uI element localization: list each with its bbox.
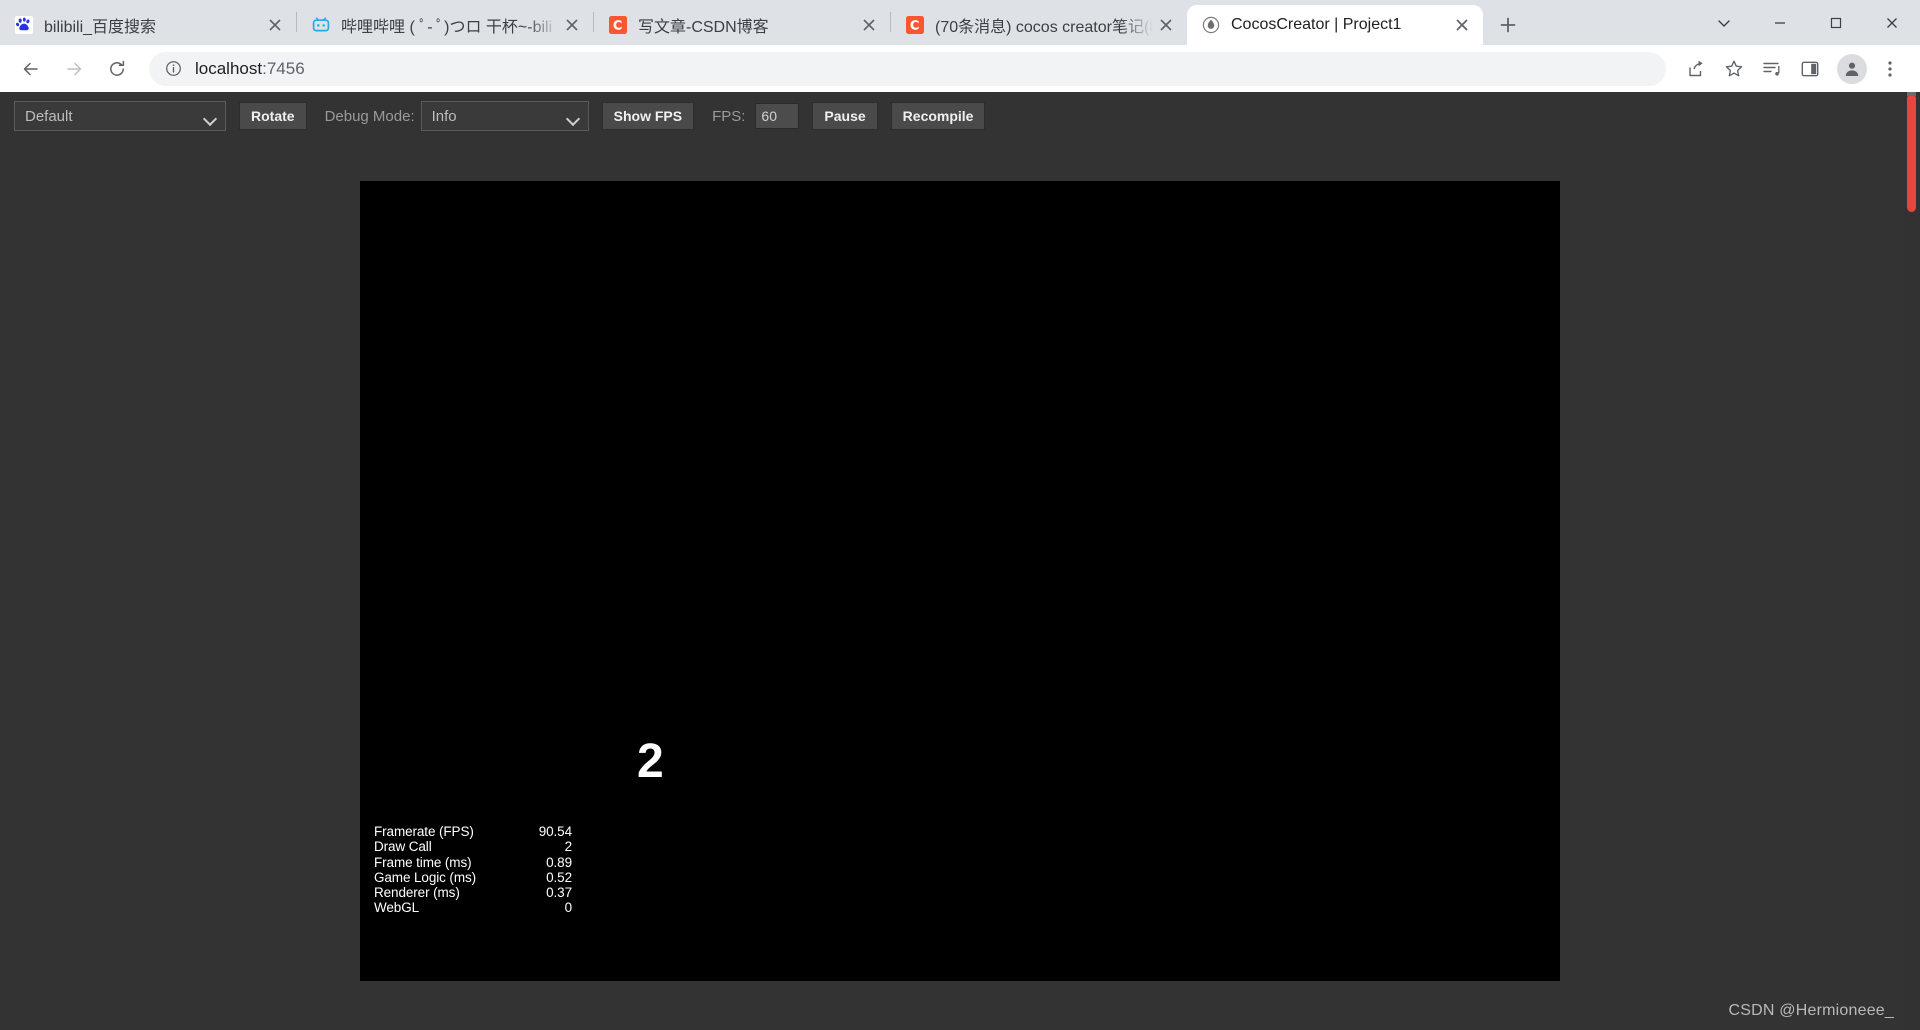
forward-arrow-icon[interactable] — [55, 50, 93, 88]
tab-title: (70条消息) cocos creator笔记(8 — [935, 19, 1153, 36]
share-icon[interactable] — [1678, 51, 1714, 87]
three-dot-menu-icon[interactable] — [1872, 51, 1908, 87]
debug-mode-label: Debug Mode: — [324, 107, 415, 125]
game-counter-label: 2 — [637, 735, 664, 788]
stat-value: 2 — [564, 839, 573, 855]
stat-value: 0.89 — [546, 854, 572, 870]
stats-row: Renderer (ms) 0.37 — [374, 885, 572, 900]
stat-value: 0.52 — [546, 869, 572, 885]
csdn-icon — [905, 16, 924, 35]
page-scrollbar[interactable] — [1903, 92, 1920, 1030]
tab-close-icon[interactable] — [1153, 12, 1179, 38]
baidu-paw-icon — [14, 16, 33, 35]
stat-label: Draw Call — [374, 839, 432, 855]
tab-close-icon[interactable] — [1449, 12, 1475, 38]
recompile-button[interactable]: Recompile — [890, 102, 986, 130]
window-maximize-button[interactable] — [1808, 0, 1864, 45]
rotate-button[interactable]: Rotate — [239, 102, 307, 130]
debug-mode-value: Info — [431, 107, 457, 125]
window-close-button[interactable] — [1864, 0, 1920, 45]
stat-label: Game Logic (ms) — [374, 869, 477, 885]
window-controls — [1696, 0, 1920, 45]
bilibili-tv-icon — [311, 16, 330, 35]
address-bar-url: localhost:7456 — [195, 59, 305, 79]
tab-title: bilibili_百度搜索 — [44, 19, 157, 36]
pause-button[interactable]: Pause — [812, 102, 878, 130]
stat-label: Renderer (ms) — [374, 885, 460, 901]
window-minimize-button[interactable] — [1752, 0, 1808, 45]
stats-row: Draw Call 2 — [374, 839, 572, 854]
browser-tab-bilibili-baidu[interactable]: bilibili_百度搜索 — [0, 5, 296, 45]
back-arrow-icon[interactable] — [12, 50, 50, 88]
stats-row: Game Logic (ms) 0.52 — [374, 870, 572, 885]
browser-tab-bilibili[interactable]: 哔哩哔哩 ( ﾟ- ﾟ)つロ 干杯~-bili — [297, 5, 593, 45]
browser-window: bilibili_百度搜索 哔哩哔哩 ( ﾟ- ﾟ)つロ 干杯~-bili 写文… — [0, 0, 1920, 1030]
fps-input-value: 60 — [761, 108, 777, 124]
csdn-icon — [608, 16, 627, 35]
stat-value: 90.54 — [538, 824, 572, 839]
stat-label: WebGL — [374, 900, 420, 916]
profile-avatar-icon[interactable] — [1834, 51, 1870, 87]
tab-strip: bilibili_百度搜索 哔哩哔哩 ( ﾟ- ﾟ)つロ 干杯~-bili 写文… — [0, 0, 1920, 45]
browser-tab-cocoscreator[interactable]: CocosCreator | Project1 — [1187, 5, 1483, 45]
bookmark-star-icon[interactable] — [1716, 51, 1752, 87]
scene-select[interactable]: Default — [14, 101, 226, 131]
game-canvas[interactable]: 2 Framerate (FPS) 90.54 Draw Call 2 Fram… — [360, 181, 1560, 981]
page-content-cocos-preview: Default Rotate Debug Mode: Info Show FPS… — [0, 92, 1920, 1030]
new-tab-button[interactable] — [1491, 8, 1525, 42]
tab-close-icon[interactable] — [262, 12, 288, 38]
url-port: :7456 — [262, 58, 305, 78]
csdn-watermark: CSDN @Hermioneee_ — [1728, 1002, 1894, 1019]
stat-value: 0 — [564, 900, 573, 916]
browser-tab-csdn-article[interactable]: (70条消息) cocos creator笔记(8 — [891, 5, 1187, 45]
reading-list-icon[interactable] — [1754, 51, 1790, 87]
browser-toolbar: localhost:7456 — [0, 45, 1920, 92]
side-panel-icon[interactable] — [1792, 51, 1828, 87]
stats-row: Framerate (FPS) 90.54 — [374, 824, 572, 839]
fps-label: FPS: — [712, 107, 746, 125]
cocos-debug-toolbar: Default Rotate Debug Mode: Info Show FPS… — [0, 92, 986, 140]
stat-label: Frame time (ms) — [374, 854, 472, 870]
tab-close-icon[interactable] — [856, 12, 882, 38]
tab-search-chevron-down-icon[interactable] — [1696, 0, 1752, 45]
site-info-circle-icon[interactable] — [163, 59, 183, 79]
tab-title: CocosCreator | Project1 — [1231, 16, 1402, 33]
scene-select-value: Default — [25, 107, 73, 125]
fps-stats-panel: Framerate (FPS) 90.54 Draw Call 2 Frame … — [368, 821, 578, 924]
stats-row: WebGL 0 — [374, 900, 572, 915]
stat-value: 0.37 — [546, 885, 572, 901]
browser-tab-csdn-write[interactable]: 写文章-CSDN博客 — [594, 5, 890, 45]
avatar — [1837, 53, 1867, 84]
tab-title: 哔哩哔哩 ( ﾟ- ﾟ)つロ 干杯~-bili — [341, 19, 553, 36]
cocos-flame-icon — [1201, 16, 1220, 35]
stat-label: Framerate (FPS) — [374, 824, 474, 839]
tab-title: 写文章-CSDN博客 — [638, 19, 769, 36]
page-scrollbar-thumb[interactable] — [1907, 92, 1916, 212]
stats-row: Frame time (ms) 0.89 — [374, 855, 572, 870]
reload-arrow-icon[interactable] — [98, 50, 136, 88]
debug-mode-select[interactable]: Info — [420, 101, 589, 131]
address-bar[interactable]: localhost:7456 — [149, 51, 1666, 86]
url-host: localhost — [195, 58, 263, 78]
fps-input[interactable]: 60 — [755, 103, 800, 129]
show-fps-button[interactable]: Show FPS — [601, 102, 695, 130]
tab-close-icon[interactable] — [559, 12, 585, 38]
